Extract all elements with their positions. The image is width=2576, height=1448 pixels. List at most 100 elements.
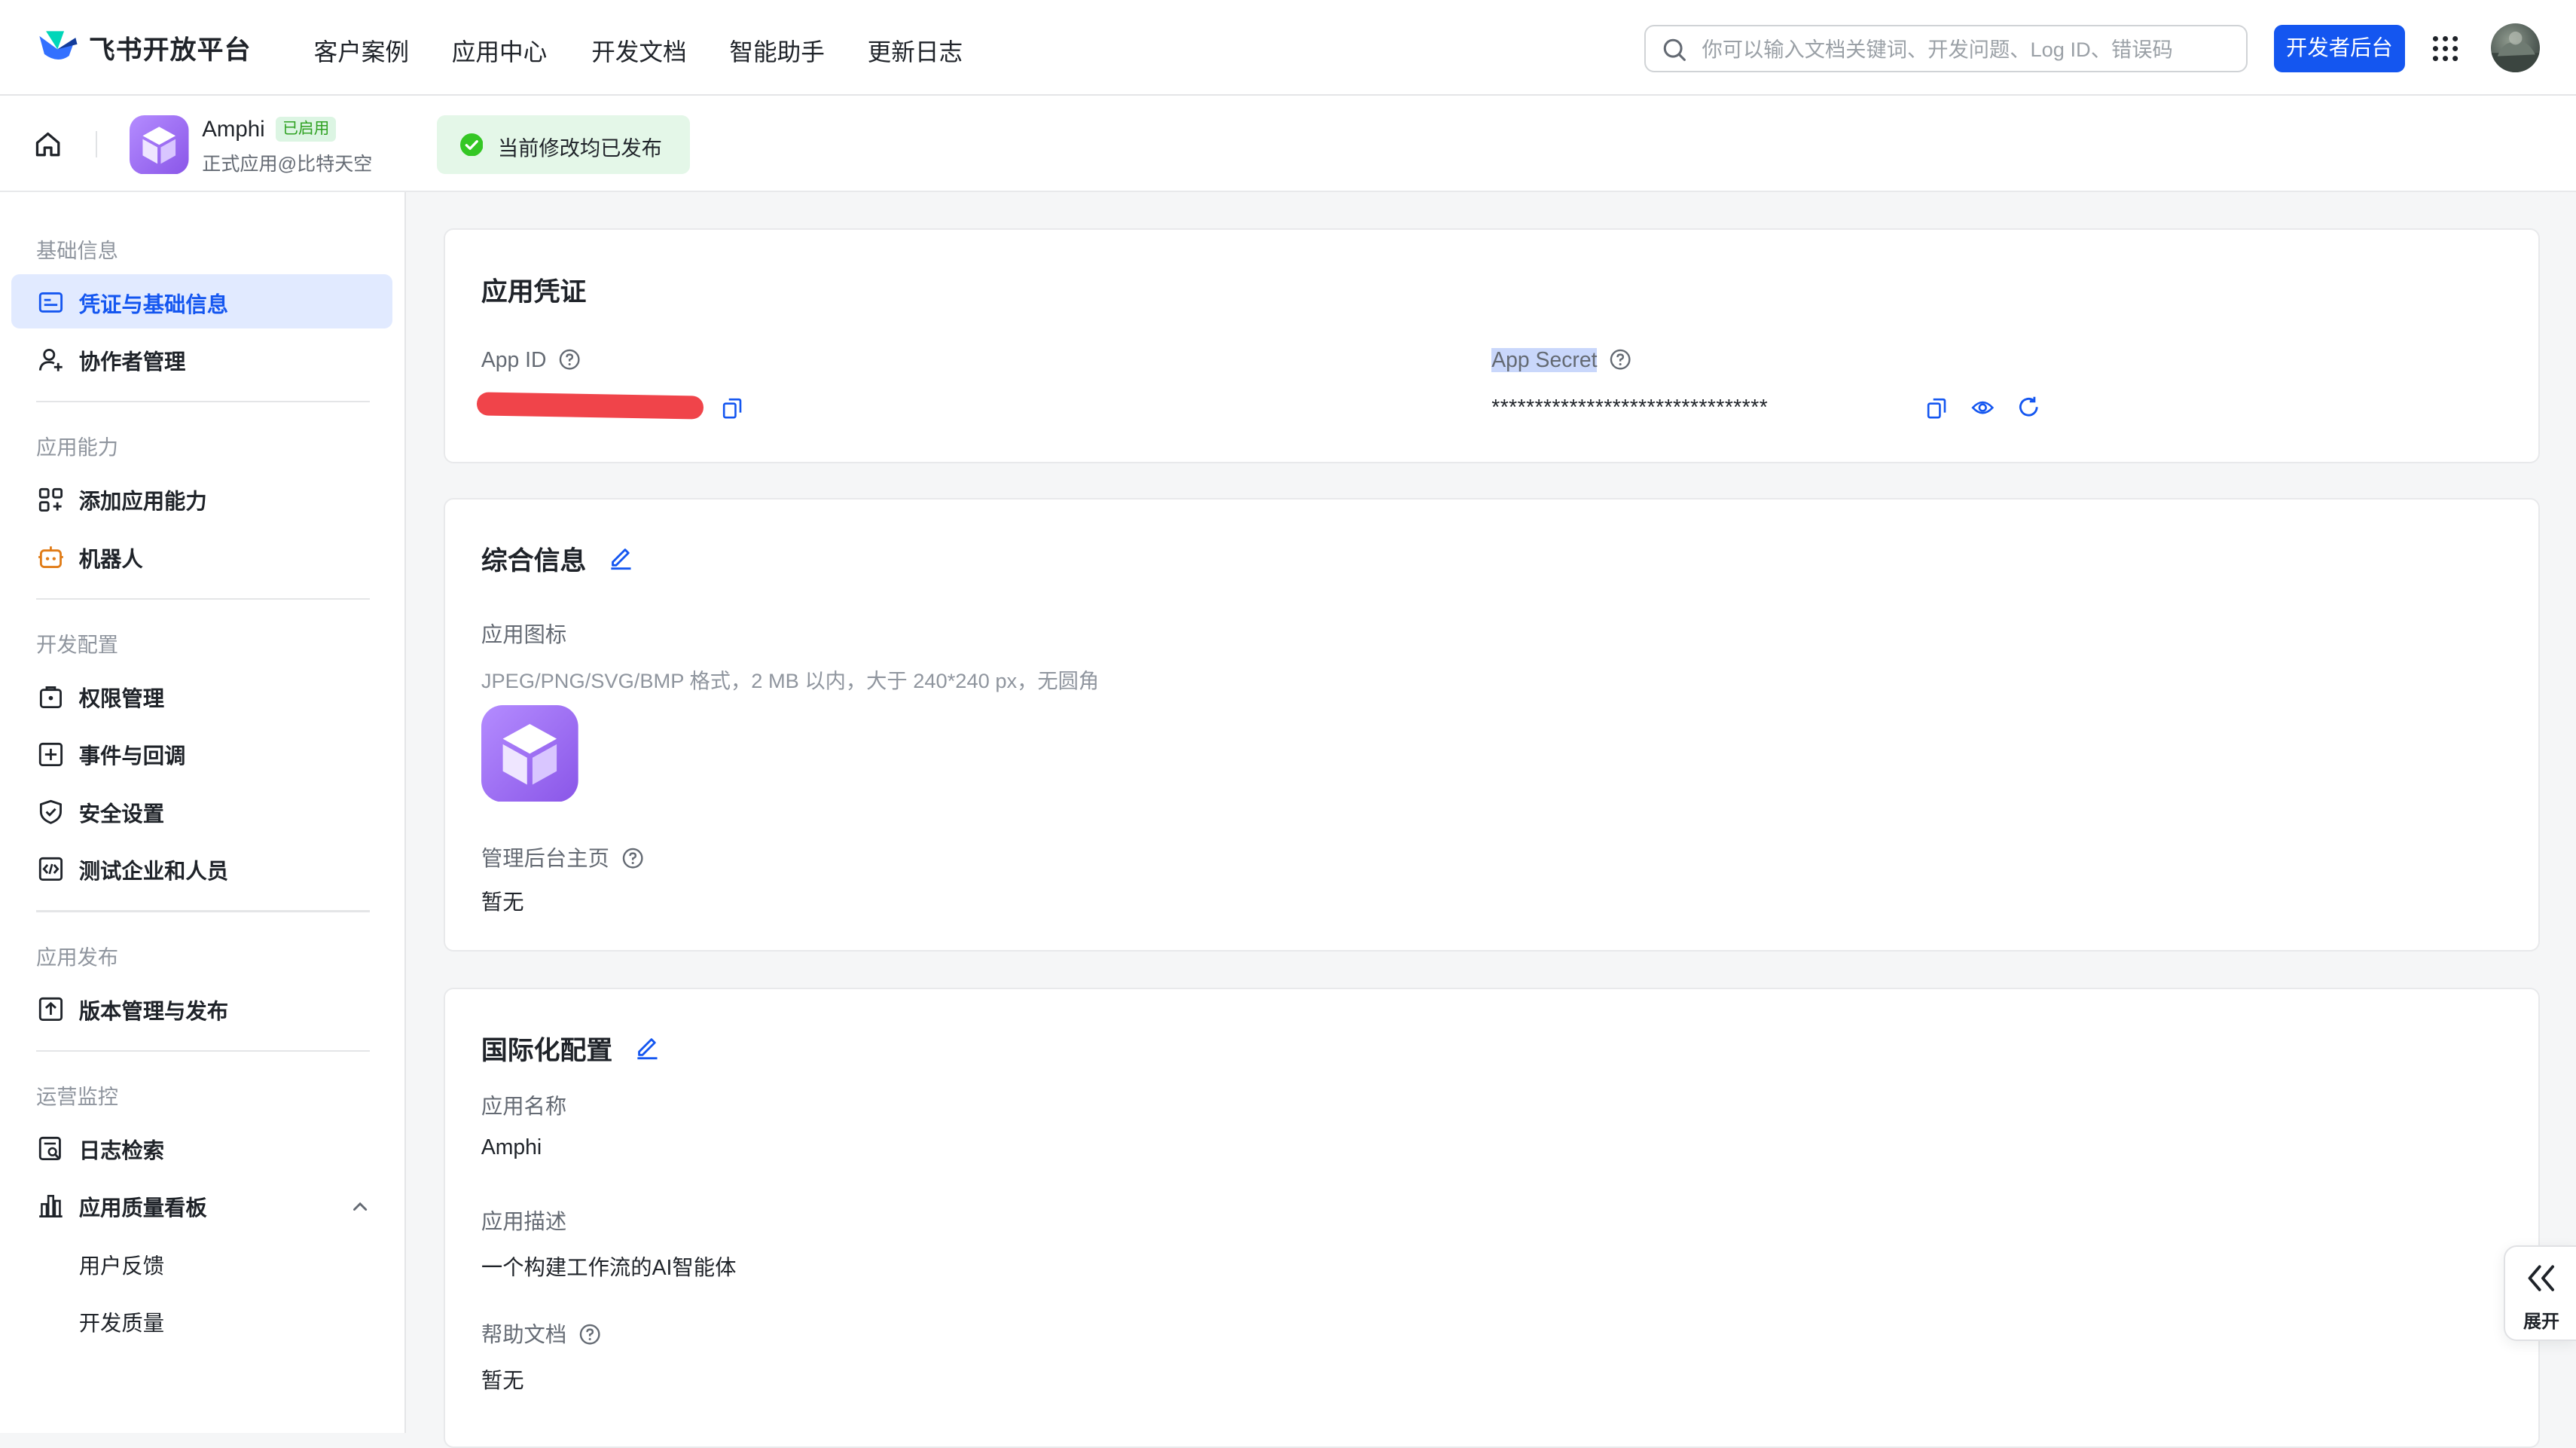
event-icon	[39, 742, 63, 766]
sidebar-item-collaborators[interactable]: 协作者管理	[11, 332, 392, 386]
copy-app-id-icon[interactable]	[722, 398, 742, 419]
sidebar-item-label: 添加应用能力	[78, 490, 207, 515]
sidebar-item-label: 协作者管理	[78, 350, 186, 375]
sidebar-item-permissions[interactable]: 权限管理	[11, 669, 392, 723]
sidebar-item-label: 凭证与基础信息	[78, 292, 229, 317]
sidebar: 基础信息 凭证与基础信息 协作者管理 应用能力 添加应用能力 机器人 开发配置 …	[0, 192, 406, 1433]
sidebar-section-dev-config: 开发配置	[35, 633, 118, 657]
refresh-icon[interactable]	[2017, 396, 2040, 419]
brand-name[interactable]: 飞书开放平台	[89, 29, 252, 67]
check-circle-icon	[459, 133, 484, 157]
sidebar-item-security[interactable]: 安全设置	[11, 784, 392, 838]
search-input[interactable]	[1699, 32, 2231, 68]
status-badge: 已启用	[276, 116, 337, 142]
app-description-label: 应用描述	[481, 1209, 567, 1234]
app-header-bar: Amphi 已启用 正式应用@比特天空 当前修改均已发布	[0, 95, 2576, 193]
i18n-card: 国际化配置 应用名称 Amphi 应用描述 一个构建工作流的AI智能体 帮助文档…	[443, 987, 2540, 1448]
card-title: 应用凭证	[481, 276, 587, 307]
edit-icon[interactable]	[608, 544, 634, 570]
expand-panel-button[interactable]: 展开	[2504, 1245, 2576, 1341]
app-secret-label: App Secret	[1491, 348, 1631, 373]
app-icon-hint: JPEG/PNG/SVG/BMP 格式，2 MB 以内，大于 240*240 p…	[481, 668, 1100, 692]
sidebar-item-label: 应用质量看板	[78, 1196, 207, 1221]
developer-console-button[interactable]: 开发者后台	[2273, 24, 2406, 72]
eye-icon[interactable]	[1971, 398, 1995, 417]
copy-secret-icon[interactable]	[1927, 398, 1946, 419]
publish-status-banner: 当前修改均已发布	[437, 115, 691, 175]
sidebar-item-quality-dashboard[interactable]: 应用质量看板	[11, 1178, 392, 1233]
sidebar-section-release: 应用发布	[35, 945, 118, 969]
app-cube-icon[interactable]	[481, 704, 578, 802]
sidebar-section-capabilities: 应用能力	[35, 435, 118, 460]
nav-link-ai-assistant[interactable]: 智能助手	[729, 33, 824, 68]
avatar-image-icon	[2490, 31, 2540, 72]
nav-link-app-center[interactable]: 应用中心	[452, 33, 547, 68]
nav-link-dev-docs[interactable]: 开发文档	[591, 33, 686, 68]
sidebar-item-label: 日志检索	[78, 1138, 165, 1163]
divider	[95, 131, 97, 158]
sidebar-section-monitoring: 运营监控	[35, 1084, 118, 1108]
sidebar-item-label: 版本管理与发布	[78, 999, 229, 1024]
sidebar-item-label: 安全设置	[78, 802, 165, 826]
card-title: 国际化配置	[481, 1036, 613, 1066]
sidebar-divider	[35, 597, 370, 600]
help-doc-label-text: 帮助文档	[481, 1323, 567, 1348]
redaction-mark	[476, 392, 704, 420]
sidebar-item-label: 测试企业和人员	[78, 860, 229, 884]
general-info-card: 综合信息 应用图标 JPEG/PNG/SVG/BMP 格式，2 MB 以内，大于…	[443, 497, 2540, 952]
expand-label: 展开	[2523, 1311, 2559, 1332]
app-id-label-text: App ID	[481, 348, 547, 373]
apps-add-icon	[39, 487, 63, 512]
help-icon[interactable]	[1610, 349, 1631, 370]
sidebar-item-robot[interactable]: 机器人	[11, 529, 392, 583]
app-description-value: 一个构建工作流的AI智能体	[481, 1255, 737, 1280]
publish-status-text: 当前修改均已发布	[497, 136, 662, 160]
sidebar-divider	[35, 910, 370, 912]
feishu-logo-icon[interactable]	[36, 28, 79, 64]
user-avatar[interactable]	[2490, 23, 2540, 72]
sidebar-item-versions[interactable]: 版本管理与发布	[11, 981, 392, 1035]
app-subtitle: 正式应用@比特天空	[202, 154, 373, 176]
admin-home-label-text: 管理后台主页	[481, 846, 609, 871]
chevron-up-icon[interactable]	[350, 1196, 370, 1216]
sidebar-item-label: 用户反馈	[78, 1254, 165, 1278]
sidebar-item-dev-quality[interactable]: 开发质量	[11, 1294, 392, 1348]
nav-link-changelog[interactable]: 更新日志	[868, 33, 963, 68]
app-name-value: Amphi	[481, 1135, 542, 1159]
search-icon	[1663, 38, 1686, 61]
double-chevron-left-icon	[2528, 1265, 2555, 1291]
code-icon	[39, 857, 63, 881]
lock-icon	[40, 686, 63, 709]
sidebar-item-log-search[interactable]: 日志检索	[11, 1121, 392, 1175]
app-cube-icon	[130, 115, 189, 175]
apps-grid-icon[interactable]	[2431, 35, 2459, 63]
help-icon[interactable]	[622, 848, 643, 869]
sidebar-item-label: 开发质量	[78, 1311, 165, 1336]
app-icon-label: 应用图标	[481, 622, 567, 647]
user-plus-icon	[39, 349, 63, 371]
admin-home-label: 管理后台主页	[481, 842, 643, 872]
sidebar-item-label: 事件与回调	[78, 744, 186, 769]
bar-chart-icon	[39, 1195, 63, 1218]
sidebar-item-add-capability[interactable]: 添加应用能力	[11, 472, 392, 526]
sidebar-divider	[35, 401, 370, 403]
sidebar-item-credentials[interactable]: 凭证与基础信息	[11, 274, 393, 329]
sidebar-divider	[35, 1049, 370, 1052]
search-box[interactable]	[1644, 24, 2248, 72]
help-icon[interactable]	[559, 349, 580, 370]
edit-icon[interactable]	[634, 1034, 661, 1060]
sidebar-item-label: 机器人	[78, 547, 143, 572]
card-title: 综合信息	[481, 546, 587, 576]
app-name-label: 应用名称	[481, 1094, 567, 1119]
help-doc-label: 帮助文档	[481, 1318, 600, 1349]
id-card-icon	[39, 292, 63, 313]
sidebar-item-events[interactable]: 事件与回调	[11, 726, 392, 781]
sidebar-item-test-tenants[interactable]: 测试企业和人员	[11, 842, 392, 896]
app-name: Amphi	[202, 116, 265, 142]
help-icon[interactable]	[579, 1324, 600, 1345]
help-doc-value: 暂无	[481, 1369, 524, 1394]
sidebar-item-user-feedback[interactable]: 用户反馈	[11, 1236, 392, 1290]
nav-link-customer-cases[interactable]: 客户案例	[314, 33, 409, 68]
home-icon[interactable]	[33, 130, 63, 159]
shield-icon	[40, 799, 63, 824]
